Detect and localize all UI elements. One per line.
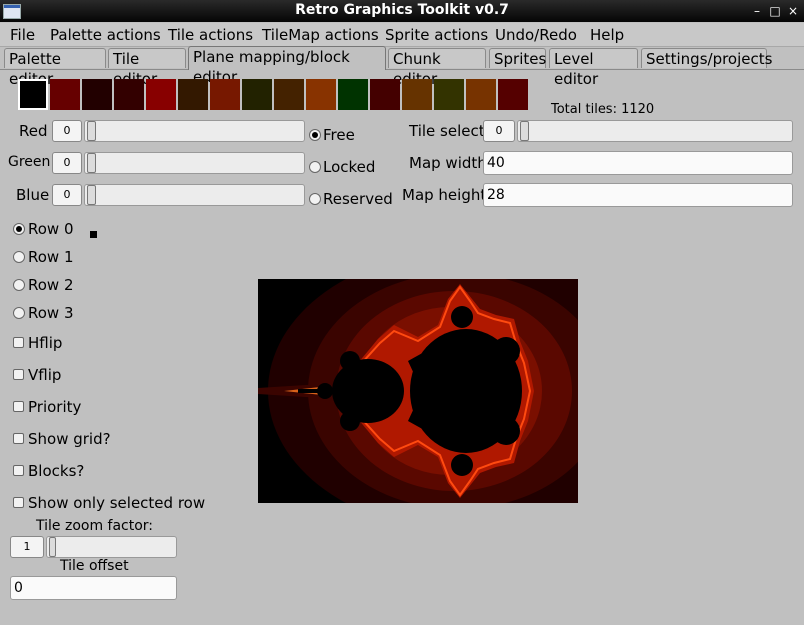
total-tiles-label: Total tiles: 1120 bbox=[551, 102, 655, 117]
blocks-checkbox[interactable] bbox=[13, 465, 24, 476]
row3-radio[interactable] bbox=[13, 307, 25, 319]
green-label: Green bbox=[8, 154, 51, 170]
blue-value-box[interactable]: 0 bbox=[52, 184, 82, 206]
palette-swatch-5[interactable] bbox=[178, 79, 208, 110]
blocks-label: Blocks? bbox=[28, 462, 85, 480]
menu-undo-redo[interactable]: Undo/Redo bbox=[495, 26, 577, 44]
tab-settings-projects[interactable]: Settings/projects bbox=[641, 48, 772, 68]
blue-slider-thumb[interactable] bbox=[87, 185, 96, 205]
green-value-box[interactable]: 0 bbox=[52, 152, 82, 174]
vflip-label: Vflip bbox=[28, 366, 62, 384]
red-slider[interactable] bbox=[84, 120, 305, 142]
green-slider-thumb[interactable] bbox=[87, 153, 96, 173]
tab-tile-editor[interactable]: Tile editor bbox=[108, 48, 186, 88]
reserved-label: Reserved bbox=[323, 190, 393, 208]
palette-swatch-6[interactable] bbox=[210, 79, 240, 110]
tile-select-box[interactable]: 0 bbox=[483, 120, 515, 142]
palette-swatch-2[interactable] bbox=[82, 79, 112, 110]
menu-help[interactable]: Help bbox=[590, 26, 624, 44]
free-radio[interactable] bbox=[309, 129, 321, 141]
red-value-box[interactable]: 0 bbox=[52, 120, 82, 142]
palette-swatch-13[interactable] bbox=[434, 79, 464, 110]
palette-swatch-14[interactable] bbox=[466, 79, 496, 110]
tab-chunk-editor[interactable]: Chunk editor bbox=[388, 48, 486, 88]
zoom-slider[interactable] bbox=[46, 536, 177, 558]
palette-swatch-1[interactable] bbox=[50, 79, 80, 110]
row2-radio[interactable] bbox=[13, 279, 25, 291]
palette-swatch-8[interactable] bbox=[274, 79, 304, 110]
green-slider[interactable] bbox=[84, 152, 305, 174]
hflip-label: Hflip bbox=[28, 334, 63, 352]
row1-radio[interactable] bbox=[13, 251, 25, 263]
red-label: Red bbox=[19, 122, 48, 140]
map-width-label: Map width bbox=[409, 154, 487, 172]
tile-offset-input[interactable]: 0 bbox=[10, 576, 177, 600]
palette-swatch-11[interactable] bbox=[370, 79, 400, 110]
row3-label: Row 3 bbox=[28, 304, 74, 322]
palette-swatch-15[interactable] bbox=[498, 79, 528, 110]
window-title: Retro Graphics Toolkit v0.7 bbox=[295, 2, 509, 18]
map-width-input[interactable]: 40 bbox=[483, 151, 793, 175]
menu-sprite-actions[interactable]: Sprite actions bbox=[385, 26, 488, 44]
zoom-label: Tile zoom factor: bbox=[36, 518, 154, 534]
vflip-checkbox[interactable] bbox=[13, 369, 24, 380]
locked-radio[interactable] bbox=[309, 161, 321, 173]
show-only-row-label: Show only selected row bbox=[28, 494, 206, 512]
palette-swatch-7[interactable] bbox=[242, 79, 272, 110]
map-height-input[interactable]: 28 bbox=[483, 183, 793, 207]
zoom-value-box[interactable]: 1 bbox=[10, 536, 44, 558]
hflip-checkbox[interactable] bbox=[13, 337, 24, 348]
tile-select-slider[interactable] bbox=[517, 120, 793, 142]
priority-checkbox[interactable] bbox=[13, 401, 24, 412]
tilemap-canvas[interactable] bbox=[258, 279, 578, 503]
priority-label: Priority bbox=[28, 398, 82, 416]
menu-palette-actions[interactable]: Palette actions bbox=[50, 26, 161, 44]
menu-file[interactable]: File bbox=[10, 26, 35, 44]
tilemap-image bbox=[258, 279, 578, 503]
palette-swatch-3[interactable] bbox=[114, 79, 144, 110]
row1-label: Row 1 bbox=[28, 248, 74, 266]
zoom-slider-thumb[interactable] bbox=[49, 537, 56, 557]
minimize-button[interactable]: – bbox=[749, 3, 765, 19]
row0-radio[interactable] bbox=[13, 223, 25, 235]
palette-swatch-0[interactable] bbox=[18, 79, 48, 110]
tab-plane-mapping[interactable]: Plane mapping/block editor bbox=[188, 46, 386, 86]
tile-select-label: Tile select bbox=[409, 122, 485, 140]
show-only-row-checkbox[interactable] bbox=[13, 497, 24, 508]
reserved-radio[interactable] bbox=[309, 193, 321, 205]
blue-label: Blue bbox=[16, 186, 50, 204]
palette-swatch-9[interactable] bbox=[306, 79, 336, 110]
blue-slider[interactable] bbox=[84, 184, 305, 206]
red-slider-thumb[interactable] bbox=[87, 121, 96, 141]
palette-swatch-4[interactable] bbox=[146, 79, 176, 110]
menu-tilemap-actions[interactable]: TileMap actions bbox=[262, 26, 379, 44]
tab-palette-editor[interactable]: Palette editor bbox=[4, 48, 106, 88]
row-color-preview bbox=[90, 231, 97, 238]
palette-swatch-12[interactable] bbox=[402, 79, 432, 110]
title-bar: Retro Graphics Toolkit v0.7 – □ × bbox=[0, 0, 804, 22]
locked-label: Locked bbox=[323, 158, 376, 176]
palette-swatch-10[interactable] bbox=[338, 79, 368, 110]
menu-tile-actions[interactable]: Tile actions bbox=[168, 26, 253, 44]
free-label: Free bbox=[323, 126, 355, 144]
row2-label: Row 2 bbox=[28, 276, 74, 294]
show-grid-label: Show grid? bbox=[28, 430, 111, 448]
tab-level-editor[interactable]: Level editor bbox=[549, 48, 638, 88]
tile-select-thumb[interactable] bbox=[520, 121, 529, 141]
show-grid-checkbox[interactable] bbox=[13, 433, 24, 444]
map-height-label: Map height bbox=[402, 186, 487, 204]
close-button[interactable]: × bbox=[785, 3, 801, 19]
tab-sprites[interactable]: Sprites bbox=[489, 48, 546, 68]
maximize-button[interactable]: □ bbox=[767, 3, 783, 19]
row0-label: Row 0 bbox=[28, 220, 74, 238]
tile-offset-label: Tile offset bbox=[60, 558, 129, 574]
